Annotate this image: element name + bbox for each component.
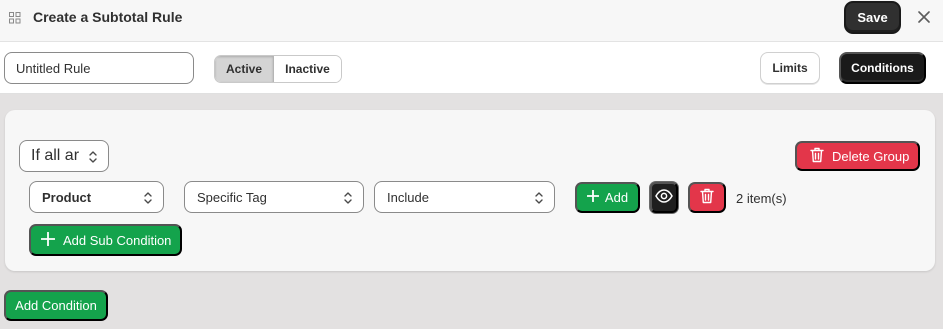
app-grid-icon [9, 11, 21, 24]
group-match-select[interactable]: If all ar [19, 140, 109, 172]
add-sub-condition-button[interactable]: Add Sub Condition [29, 224, 182, 256]
add-items-button[interactable]: Add [575, 182, 640, 213]
chevron-updown-icon [534, 190, 544, 206]
delete-group-button[interactable]: Delete Group [795, 141, 920, 171]
condition-operator-select[interactable]: Include [374, 181, 555, 213]
condition-type-value: Specific Tag [197, 189, 267, 205]
conditions-button[interactable]: Conditions [839, 52, 926, 84]
delete-group-label: Delete Group [832, 148, 910, 164]
condition-field-select[interactable]: Product [29, 181, 164, 213]
trash-icon [700, 188, 714, 207]
page-title: Create a Subtotal Rule [33, 9, 183, 25]
plus-icon [40, 231, 56, 249]
rule-name-input[interactable] [4, 52, 194, 84]
status-segmented-control: Active Inactive [214, 55, 342, 83]
chevron-updown-icon [88, 149, 98, 165]
trash-icon [810, 147, 824, 166]
save-button[interactable]: Save [845, 2, 900, 33]
delete-condition-button[interactable] [688, 182, 726, 213]
chevron-updown-icon [143, 190, 153, 206]
status-inactive-button[interactable]: Inactive [274, 56, 341, 82]
condition-type-select[interactable]: Specific Tag [184, 181, 364, 213]
group-match-select-value: If all ar [31, 147, 80, 164]
items-count-text: 2 item(s) [736, 191, 787, 206]
modal-header: Create a Subtotal Rule Save [0, 0, 943, 42]
condition-operator-value: Include [387, 189, 429, 205]
add-items-label: Add [604, 190, 629, 205]
add-sub-condition-label: Add Sub Condition [63, 232, 172, 248]
close-icon[interactable] [914, 7, 934, 27]
view-items-button[interactable] [650, 182, 678, 213]
eye-icon [655, 189, 673, 206]
condition-field-value: Product [42, 189, 92, 205]
chevron-updown-icon [343, 190, 353, 206]
plus-icon [586, 189, 600, 205]
status-active-button[interactable]: Active [215, 56, 274, 82]
condition-group-card: If all ar Delete Group Product Specific … [5, 110, 935, 271]
add-condition-button[interactable]: Add Condition [4, 290, 108, 321]
limits-button[interactable]: Limits [760, 52, 820, 84]
rule-toolbar: Active Inactive Limits Conditions [0, 42, 943, 94]
